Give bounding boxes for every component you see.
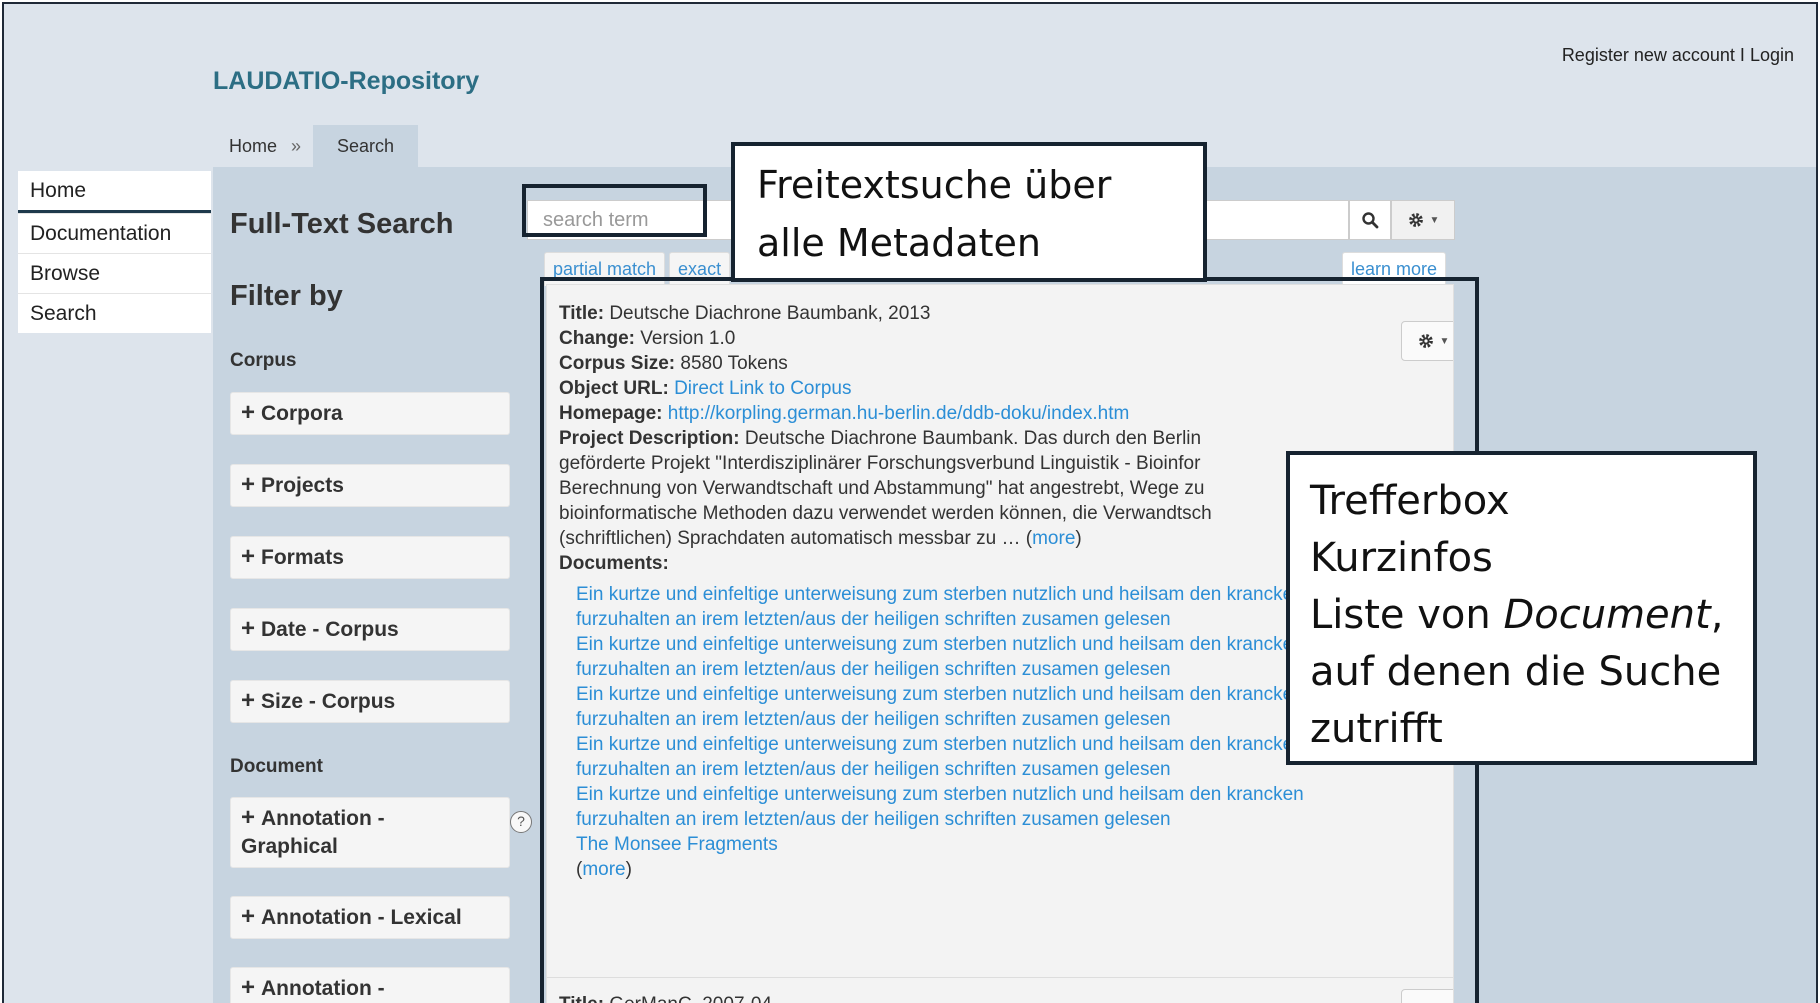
facet-size-corpus[interactable]: + Size - Corpus — [230, 680, 510, 723]
facet-label: Annotation - Lexical — [261, 906, 462, 929]
annotation-text: , — [1710, 592, 1724, 638]
facet-corpora[interactable]: + Corpora — [230, 392, 510, 435]
annotation-line: Freitextsuche über — [757, 163, 1112, 207]
plus-icon: + — [241, 804, 256, 831]
caret-down-icon: ▼ — [1429, 214, 1440, 226]
group-label-corpus: Corpus — [230, 350, 297, 371]
nav-item-search[interactable]: Search — [18, 293, 211, 333]
facet-date-corpus[interactable]: + Date - Corpus — [230, 608, 510, 651]
facet-label: Size - Corpus — [261, 690, 396, 713]
breadcrumb-current: Search — [313, 125, 419, 167]
plus-icon: + — [241, 974, 256, 1001]
annotation-line: alle Metadaten — [757, 221, 1041, 265]
annotation-line: Trefferbox — [1310, 478, 1510, 524]
plus-icon: + — [241, 399, 256, 426]
facet-annotation-third[interactable]: + Annotation - — [230, 967, 510, 1003]
facet-formats[interactable]: + Formats — [230, 536, 510, 579]
facet-label: Formats — [261, 546, 344, 569]
plus-icon: + — [241, 471, 256, 498]
annotation-line: Kurzinfos — [1310, 535, 1493, 581]
annotation-line: zutrifft — [1310, 706, 1443, 752]
annotation-text-italic: Document — [1503, 592, 1711, 638]
annotation-line: Liste von Document, — [1310, 587, 1733, 644]
filter-title: Filter by — [230, 280, 343, 312]
annotation-text: Liste von — [1310, 592, 1504, 638]
register-link[interactable]: Register new account — [1562, 45, 1735, 65]
annotation-line: auf denen die Suche — [1310, 649, 1722, 695]
plus-icon: + — [241, 903, 256, 930]
plus-icon: + — [241, 543, 256, 570]
annotation-fulltext-callout: Freitextsuche über alle Metadaten — [731, 142, 1207, 282]
facet-annotation-lexical[interactable]: + Annotation - Lexical — [230, 896, 510, 939]
breadcrumb-home[interactable]: Home — [213, 136, 291, 157]
facet-label-line2: Graphical — [241, 835, 338, 858]
login-link[interactable]: Login — [1750, 45, 1794, 65]
help-icon[interactable]: ? — [510, 811, 532, 833]
annotation-search-term-highlight — [522, 184, 707, 237]
gear-icon — [1408, 213, 1423, 227]
site-logo[interactable]: LAUDATIO-Repository — [213, 67, 479, 96]
search-settings-button[interactable]: ▼ — [1391, 200, 1455, 240]
breadcrumb-separator: » — [291, 135, 302, 156]
auth-links: Register new account I Login — [1562, 45, 1794, 66]
plus-icon: + — [241, 615, 256, 642]
search-button[interactable] — [1349, 200, 1391, 240]
facet-label: Annotation - — [261, 977, 385, 1000]
nav-item-browse[interactable]: Browse — [18, 253, 211, 293]
facet-label: Annotation - — [261, 807, 385, 830]
nav-item-home[interactable]: Home — [18, 171, 211, 213]
auth-separator: I — [1739, 45, 1745, 65]
plus-icon: + — [241, 687, 256, 714]
facet-label: Projects — [261, 474, 344, 497]
breadcrumb: Home » Search — [213, 125, 419, 167]
left-navigation: Home Documentation Browse Search — [18, 171, 211, 333]
group-label-document: Document — [230, 756, 323, 777]
facet-annotation-graphical[interactable]: + Annotation - Graphical — [230, 797, 510, 868]
facet-label: Date - Corpus — [261, 618, 399, 641]
facet-label: Corpora — [261, 402, 343, 425]
nav-item-documentation[interactable]: Documentation — [18, 213, 211, 253]
sidebar-title: Full-Text Search — [230, 208, 454, 240]
facet-projects[interactable]: + Projects — [230, 464, 510, 507]
annotation-trefferbox-callout: Trefferbox Kurzinfos Liste von Document,… — [1286, 451, 1757, 765]
search-icon — [1362, 212, 1379, 229]
